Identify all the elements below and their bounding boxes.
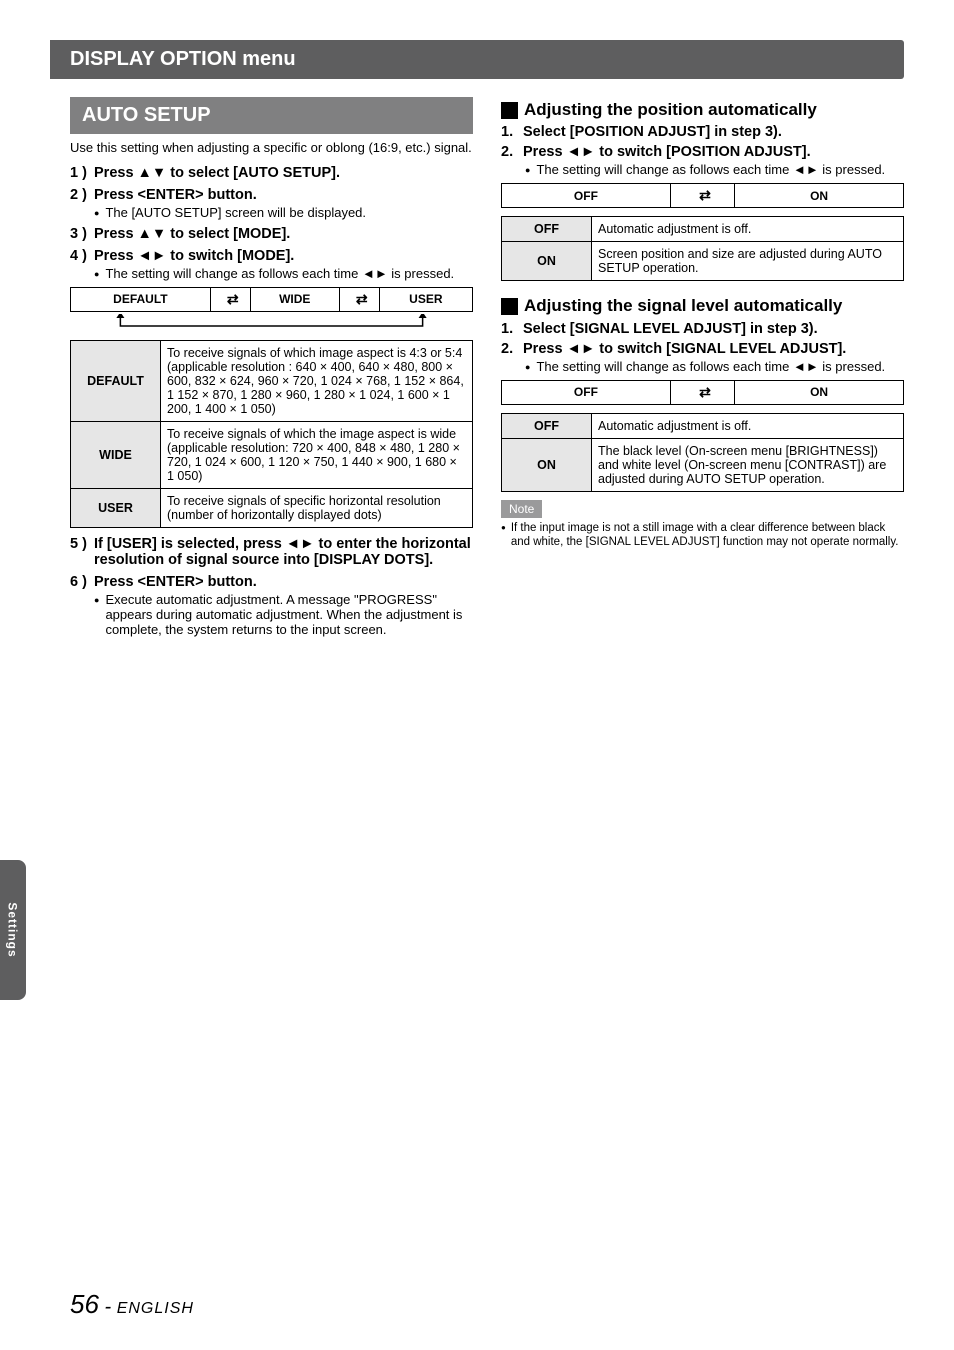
pos-desc-table: OFF Automatic adjustment is off. ON Scre… — [501, 216, 904, 281]
sub-heading-text: Adjusting the position automatically — [524, 99, 817, 120]
sig-step-1-text: Select [SIGNAL LEVEL ADJUST] in step 3). — [523, 321, 818, 337]
table-row: ON Screen position and size are adjusted… — [502, 242, 904, 281]
step-4: 4 ) Press ◄► to switch [MODE]. — [70, 248, 473, 264]
flow-on: ON — [735, 380, 904, 404]
step-6: 6 ) Press <ENTER> button. — [70, 574, 473, 590]
pos-step-1-text: Select [POSITION ADJUST] in step 3). — [523, 124, 782, 140]
step-3-text: Press ▲▼ to select [MODE]. — [94, 226, 290, 242]
table-row: DEFAULT To receive signals of which imag… — [71, 340, 473, 421]
flow-on: ON — [735, 184, 904, 208]
cell-key: ON — [502, 242, 592, 281]
flow-user: USER — [379, 287, 472, 311]
table-row: OFF Automatic adjustment is off. — [502, 217, 904, 242]
flow-wide: WIDE — [250, 287, 339, 311]
left-column: AUTO SETUP Use this setting when adjusti… — [70, 97, 473, 637]
right-column: Adjusting the position automatically 1. … — [501, 97, 904, 637]
cell-key: DEFAULT — [71, 340, 161, 421]
footer-sep: - — [99, 1296, 117, 1318]
sub-heading-text: Adjusting the signal level automatically — [524, 295, 842, 316]
sig-flow-table: OFF ⇄ ON — [501, 380, 904, 405]
sig-step-2-bullet: The setting will change as follows each … — [525, 359, 904, 374]
pos-step-2: 2. Press ◄► to switch [POSITION ADJUST]. — [501, 144, 904, 160]
step-2-bullet: The [AUTO SETUP] screen will be displaye… — [94, 205, 473, 220]
cell-key: OFF — [502, 413, 592, 438]
square-bullet-icon — [501, 298, 518, 315]
cell-key: USER — [71, 488, 161, 527]
table-row: OFF Automatic adjustment is off. — [502, 413, 904, 438]
cell-key: OFF — [502, 217, 592, 242]
pos-step-2-bullet: The setting will change as follows each … — [525, 162, 904, 177]
step-4-text: Press ◄► to switch [MODE]. — [94, 248, 294, 264]
step-1: 1 ) Press ▲▼ to select [AUTO SETUP]. — [70, 165, 473, 181]
step-2-text: Press <ENTER> button. — [94, 187, 257, 203]
double-arrow-icon: ⇄ — [670, 184, 734, 208]
cell-value: Screen position and size are adjusted du… — [592, 242, 904, 281]
step-5: 5 ) If [USER] is selected, press ◄► to e… — [70, 536, 473, 568]
cell-value: To receive signals of which image aspect… — [161, 340, 473, 421]
sig-step-2-text: Press ◄► to switch [SIGNAL LEVEL ADJUST]… — [523, 341, 846, 357]
sub-heading-signal: Adjusting the signal level automatically — [501, 295, 904, 316]
double-arrow-icon: ⇄ — [670, 380, 734, 404]
step-5-text: If [USER] is selected, press ◄► to enter… — [94, 536, 473, 568]
step-4-bullet: The setting will change as follows each … — [94, 266, 473, 281]
pos-flow-table: OFF ⇄ ON — [501, 183, 904, 208]
intro-text: Use this setting when adjusting a specif… — [70, 140, 473, 157]
square-bullet-icon — [501, 102, 518, 119]
sub-heading-position: Adjusting the position automatically — [501, 99, 904, 120]
cell-key: ON — [502, 438, 592, 491]
cell-key: WIDE — [71, 421, 161, 488]
step-1-text: Press ▲▼ to select [AUTO SETUP]. — [94, 165, 340, 181]
flow-off: OFF — [502, 380, 671, 404]
page-footer: 56 - ENGLISH — [70, 1289, 194, 1320]
side-tab-label: Settings — [6, 902, 20, 957]
footer-language: ENGLISH — [117, 1300, 194, 1317]
mode-desc-table: DEFAULT To receive signals of which imag… — [70, 340, 473, 528]
flow-default: DEFAULT — [71, 287, 211, 311]
step-6-text: Press <ENTER> button. — [94, 574, 257, 590]
sig-step-2: 2. Press ◄► to switch [SIGNAL LEVEL ADJU… — [501, 341, 904, 357]
flow-return-arrow — [70, 314, 473, 334]
note-label: Note — [501, 500, 542, 518]
sig-step-1: 1. Select [SIGNAL LEVEL ADJUST] in step … — [501, 321, 904, 337]
table-row: WIDE To receive signals of which the ima… — [71, 421, 473, 488]
mode-flow-table: DEFAULT ⇄ WIDE ⇄ USER — [70, 287, 473, 312]
step-2: 2 ) Press <ENTER> button. — [70, 187, 473, 203]
step-3: 3 ) Press ▲▼ to select [MODE]. — [70, 226, 473, 242]
pos-step-2-text: Press ◄► to switch [POSITION ADJUST]. — [523, 144, 811, 160]
double-arrow-icon: ⇄ — [210, 287, 250, 311]
note-text: If the input image is not a still image … — [501, 521, 904, 551]
step-6-bullet: Execute automatic adjustment. A message … — [94, 592, 473, 637]
pos-step-1: 1. Select [POSITION ADJUST] in step 3). — [501, 124, 904, 140]
table-row: USER To receive signals of specific hori… — [71, 488, 473, 527]
sig-desc-table: OFF Automatic adjustment is off. ON The … — [501, 413, 904, 492]
cell-value: To receive signals of which the image as… — [161, 421, 473, 488]
cell-value: Automatic adjustment is off. — [592, 413, 904, 438]
cell-value: To receive signals of specific horizonta… — [161, 488, 473, 527]
double-arrow-icon: ⇄ — [339, 287, 379, 311]
cell-value: Automatic adjustment is off. — [592, 217, 904, 242]
flow-off: OFF — [502, 184, 671, 208]
side-tab-settings: Settings — [0, 860, 26, 1000]
cell-value: The black level (On-screen menu [BRIGHTN… — [592, 438, 904, 491]
page-title: DISPLAY OPTION menu — [50, 40, 904, 79]
section-heading-auto-setup: AUTO SETUP — [70, 97, 473, 134]
page-number: 56 — [70, 1289, 99, 1319]
table-row: ON The black level (On-screen menu [BRIG… — [502, 438, 904, 491]
